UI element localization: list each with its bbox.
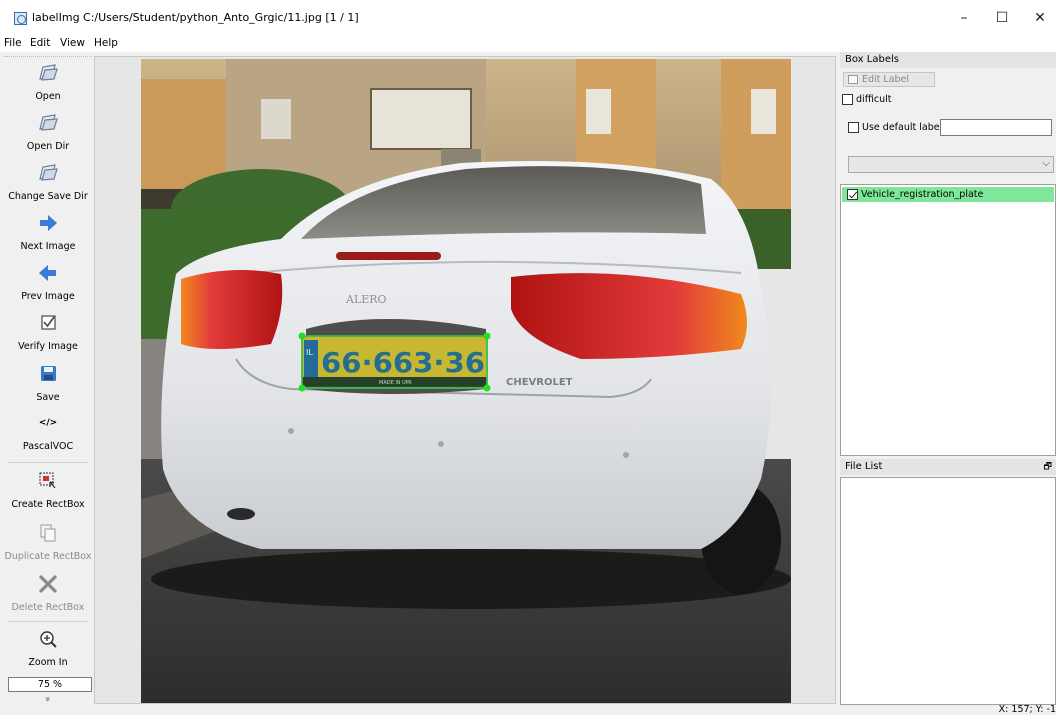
save-label: Save (36, 392, 60, 403)
label-visible-checkbox[interactable] (847, 189, 858, 200)
duplicate-icon (40, 524, 56, 542)
toolbar: Open Open Dir Change Save Dir Next Image… (4, 56, 92, 706)
next-image-label: Next Image (20, 241, 76, 252)
checkbox-check-icon (41, 315, 56, 330)
next-image-button[interactable]: Next Image (4, 213, 92, 252)
open-button[interactable]: Open (4, 63, 92, 102)
delete-rectbox-label: Delete RectBox (11, 602, 85, 613)
bbox-vertex[interactable] (298, 332, 306, 340)
minimize-button[interactable]: – (950, 8, 978, 28)
arrow-right-icon (40, 215, 57, 231)
verify-image-label: Verify Image (18, 341, 78, 352)
app-icon (14, 12, 27, 25)
car-photo: ALERO CHEVROLET IL 66·663·36 MADE IN UMI (141, 59, 791, 703)
arrow-left-icon (39, 265, 56, 281)
bbox-vertex[interactable] (483, 384, 491, 392)
duplicate-rectbox-label: Duplicate RectBox (4, 551, 92, 562)
chevron-down-icon: ⌵ (1042, 158, 1050, 169)
menu-view[interactable]: View (60, 37, 85, 49)
menu-file[interactable]: File (4, 37, 22, 49)
bounding-box[interactable] (301, 335, 488, 389)
zoom-in-label: Zoom In (28, 657, 68, 668)
box-labels-panel: Box Labels Edit Label difficult Use defa… (840, 52, 1056, 456)
zoom-in-button[interactable]: Zoom In (4, 629, 92, 668)
maximize-button[interactable]: ☐ (988, 8, 1016, 28)
difficult-checkbox-box[interactable] (842, 94, 853, 105)
open-dir-button[interactable]: Open Dir (4, 113, 92, 152)
save-format-label: PascalVOC (22, 441, 74, 452)
label-list-item[interactable]: Vehicle_registration_plate (842, 187, 1054, 202)
save-button[interactable]: Save (4, 364, 92, 403)
folder-icon (39, 64, 58, 81)
float-dock-icon[interactable]: 🗗 (1044, 459, 1052, 475)
toolbar-extension-icon[interactable]: » (42, 696, 52, 702)
annotated-photo: ALERO CHEVROLET IL 66·663·36 MADE IN UMI (141, 59, 791, 703)
label-list[interactable]: Vehicle_registration_plate (840, 184, 1056, 456)
save-format-button[interactable]: </> PascalVOC (4, 417, 92, 452)
folder-icon (39, 164, 58, 181)
use-default-label-checkbox[interactable]: Use default label (848, 122, 942, 133)
difficult-checkbox[interactable]: difficult (842, 94, 892, 105)
cursor-coordinates: X: 157; Y: -1 (998, 704, 1056, 715)
create-rectbox-button[interactable]: Create RectBox (4, 471, 92, 510)
use-default-label-text: Use default label (862, 122, 943, 133)
open-dir-label: Open Dir (26, 141, 70, 152)
use-default-label-box[interactable] (848, 122, 859, 133)
edit-pencil-icon (848, 75, 858, 84)
file-list-panel: File List 🗗 (840, 459, 1056, 705)
model-badge: ALERO (345, 293, 387, 306)
code-icon: </> (38, 418, 58, 428)
image-canvas[interactable]: ALERO CHEVROLET IL 66·663·36 MADE IN UMI (94, 56, 836, 704)
change-save-dir-label: Change Save Dir (8, 191, 88, 202)
title-bar: labelImg C:/Users/Student/python_Anto_Gr… (0, 0, 1056, 34)
difficult-label: difficult (856, 94, 892, 105)
prev-image-label: Prev Image (21, 291, 75, 302)
brand-badge: CHEVROLET (506, 377, 573, 388)
close-button[interactable]: ✕ (1026, 8, 1054, 28)
duplicate-rectbox-button[interactable]: Duplicate RectBox (4, 523, 92, 562)
folder-icon (39, 114, 58, 131)
label-item-text: Vehicle_registration_plate (861, 189, 984, 200)
floppy-disk-icon (41, 366, 56, 381)
delete-icon (39, 575, 57, 593)
create-rectbox-label: Create RectBox (11, 499, 85, 510)
file-list[interactable] (840, 477, 1056, 705)
window-title: labelImg C:/Users/Student/python_Anto_Gr… (32, 11, 359, 24)
status-bar: X: 157; Y: -1 (0, 705, 1056, 715)
change-save-dir-button[interactable]: Change Save Dir (4, 163, 92, 202)
zoom-in-icon (40, 631, 57, 648)
verify-image-button[interactable]: Verify Image (4, 313, 92, 352)
toolbar-separator (8, 621, 88, 622)
delete-rectbox-button[interactable]: Delete RectBox (4, 574, 92, 613)
zoom-value-field[interactable]: 75 % (8, 677, 92, 692)
label-combo-box[interactable]: ⌵ (848, 156, 1054, 173)
create-rectbox-icon (39, 472, 56, 489)
default-label-input[interactable] (940, 119, 1052, 136)
edit-label-button[interactable]: Edit Label (843, 72, 935, 87)
open-label: Open (35, 91, 61, 102)
prev-image-button[interactable]: Prev Image (4, 263, 92, 302)
bbox-vertex[interactable] (483, 332, 491, 340)
menu-help[interactable]: Help (94, 37, 118, 49)
file-list-title: File List (840, 459, 1056, 475)
bbox-vertex[interactable] (298, 384, 306, 392)
toolbar-separator (8, 462, 88, 463)
menu-edit[interactable]: Edit (30, 37, 50, 49)
edit-label-text: Edit Label (862, 74, 910, 85)
box-labels-title: Box Labels (840, 52, 1056, 68)
menu-bar: File Edit View Help (0, 34, 1056, 52)
